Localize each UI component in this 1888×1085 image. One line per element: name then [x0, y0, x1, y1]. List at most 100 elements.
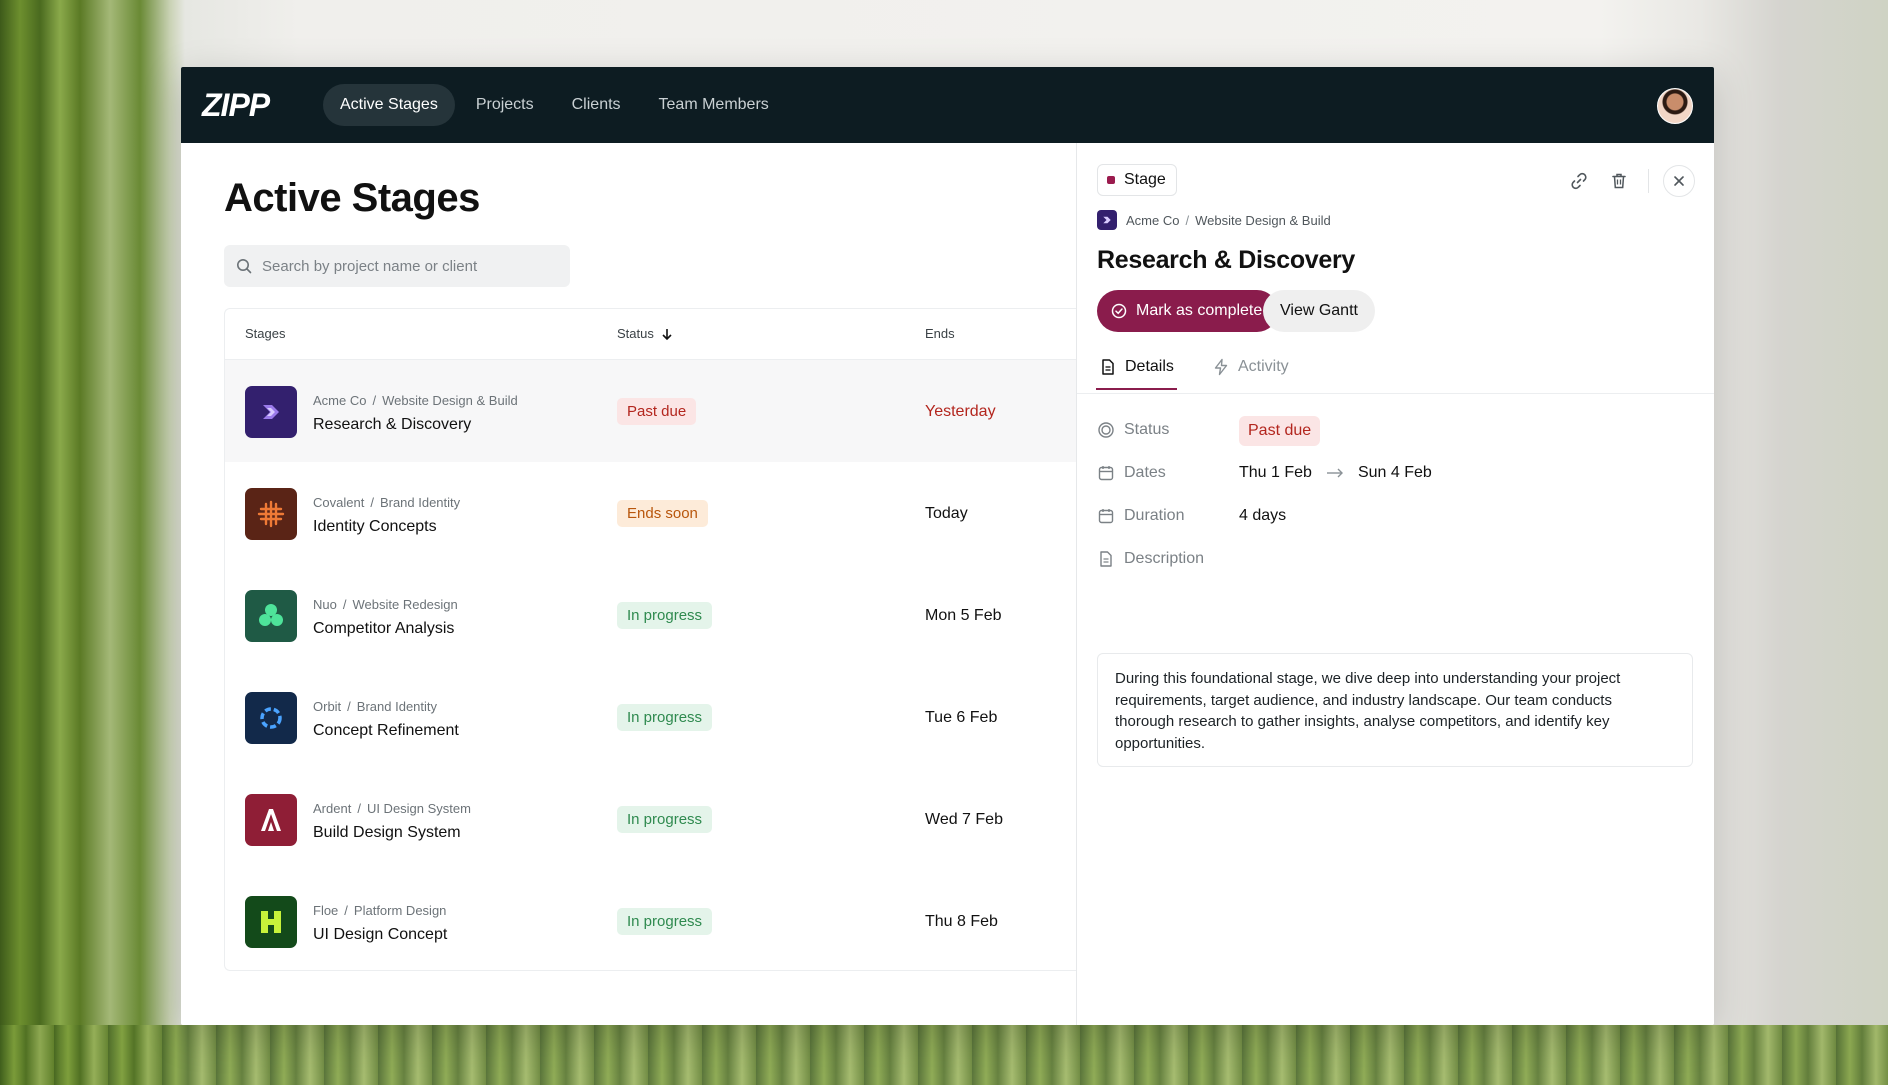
floe-logo-icon — [245, 896, 297, 948]
panel-toolbar — [1564, 165, 1695, 197]
mark-complete-button[interactable]: Mark as complete — [1097, 290, 1279, 332]
column-ends[interactable]: Ends — [925, 326, 955, 341]
panel-tabs: Details Activity — [1077, 349, 1714, 394]
mark-complete-label: Mark as complete — [1136, 302, 1263, 319]
close-icon — [1674, 176, 1684, 186]
status-badge: In progress — [617, 602, 713, 629]
duration-value: 4 days — [1239, 507, 1287, 524]
status-ring-icon — [1098, 422, 1114, 438]
close-panel-button[interactable] — [1663, 165, 1695, 197]
description-property: Description — [1097, 550, 1204, 568]
nav-projects[interactable]: Projects — [459, 84, 551, 126]
row-breadcrumb: Floe / Platform Design — [313, 903, 447, 918]
tab-activity[interactable]: Activity — [1212, 358, 1289, 376]
page-title: Active Stages — [224, 176, 480, 220]
description-text[interactable]: During this foundational stage, we dive … — [1097, 653, 1693, 767]
row-ends: Mon 5 Feb — [925, 607, 1002, 624]
status-badge: In progress — [617, 704, 713, 731]
row-project: Brand Identity — [356, 699, 438, 714]
row-breadcrumb: Orbit / Brand Identity — [313, 699, 438, 714]
stage-tag-label: Stage — [1124, 171, 1166, 188]
calendar-icon — [1098, 509, 1114, 524]
row-ends: Tue 6 Feb — [925, 709, 998, 726]
row-stage-name: Concept Refinement — [313, 722, 459, 739]
panel-project-link[interactable]: Website Design & Build — [1195, 213, 1331, 228]
top-navigation: ZIPP Active Stages Projects Clients Team… — [181, 67, 1714, 143]
row-client: Nuo — [313, 597, 337, 612]
document-icon — [1100, 551, 1112, 567]
description-label: Description — [1124, 550, 1205, 567]
row-ends: Today — [925, 505, 968, 522]
row-stage-name: Competitor Analysis — [313, 620, 455, 637]
stages-table: Stages Status Ends Acme Co / Website Desig… — [224, 308, 1105, 971]
stage-tag: Stage — [1097, 164, 1177, 196]
row-stage-name: Research & Discovery — [313, 416, 472, 433]
toolbar-divider — [1648, 169, 1649, 193]
row-client: Covalent — [313, 495, 365, 510]
row-ends: Yesterday — [925, 403, 996, 420]
panel-breadcrumb: Acme Co / Website Design & Build — [1097, 210, 1331, 230]
stage-title: Research & Discovery — [1097, 246, 1356, 274]
search-box[interactable] — [224, 245, 570, 287]
table-row[interactable]: Nuo / Website Redesign Competitor Analysis… — [225, 564, 1105, 666]
search-input[interactable] — [260, 256, 564, 276]
tab-details-label: Details — [1125, 358, 1174, 375]
column-status[interactable]: Status — [617, 326, 674, 341]
copy-link-button[interactable] — [1564, 166, 1594, 196]
tab-activity-label: Activity — [1238, 358, 1289, 375]
table-row[interactable]: Orbit / Brand Identity Concept Refinement … — [225, 666, 1105, 768]
status-value[interactable]: Past due — [1239, 416, 1321, 446]
row-stage-name: Build Design System — [313, 824, 461, 841]
row-client: Acme Co — [313, 393, 367, 408]
user-avatar[interactable] — [1657, 88, 1693, 124]
check-circle-icon — [1111, 303, 1127, 319]
status-badge: In progress — [617, 908, 713, 935]
table-row[interactable]: Floe / Platform Design UI Design Concept I… — [225, 870, 1105, 972]
table-row[interactable]: Ardent / UI Design System Build Design Sys… — [225, 768, 1105, 870]
background-strip — [0, 1025, 1888, 1085]
row-breadcrumb: Covalent / Brand Identity — [313, 495, 461, 510]
search-icon — [237, 259, 252, 274]
app-logo: ZIPP — [202, 87, 270, 123]
tab-details[interactable]: Details — [1096, 358, 1177, 390]
row-client: Orbit — [313, 699, 342, 714]
duration-property: Duration — [1097, 507, 1184, 525]
table-row[interactable]: Acme Co / Website Design & Build Research … — [225, 360, 1105, 462]
main-nav: Active Stages Projects Clients Team Memb… — [323, 84, 786, 126]
nav-clients[interactable]: Clients — [555, 84, 638, 126]
column-stages[interactable]: Stages — [245, 326, 285, 341]
view-gantt-button[interactable]: View Gantt — [1263, 290, 1375, 332]
nav-team-members[interactable]: Team Members — [642, 84, 786, 126]
dates-value[interactable]: Thu 1 Feb Sun 4 Feb — [1239, 464, 1432, 482]
delete-button[interactable] — [1604, 166, 1634, 196]
row-breadcrumb: Acme Co / Website Design & Build — [313, 393, 518, 408]
dates-property: Dates — [1097, 464, 1166, 482]
status-badge: Ends soon — [617, 500, 708, 527]
row-stage-name: Identity Concepts — [313, 518, 437, 535]
row-project: Brand Identity — [379, 495, 461, 510]
orbit-logo-icon — [245, 692, 297, 744]
calendar-icon — [1098, 466, 1114, 481]
start-date: Thu 1 Feb — [1239, 464, 1312, 481]
stage-color-swatch — [1107, 176, 1115, 184]
row-project: Platform Design — [353, 903, 447, 918]
link-icon — [1571, 172, 1587, 190]
stage-detail-panel: Stage Acme Co / Website Design & Build R… — [1076, 143, 1714, 1025]
status-badge: In progress — [617, 806, 713, 833]
dates-label: Dates — [1124, 464, 1166, 481]
column-status-label: Status — [617, 326, 654, 341]
row-breadcrumb: Ardent / UI Design System — [313, 801, 471, 816]
arrow-right-icon — [1326, 468, 1343, 478]
row-client: Floe — [313, 903, 339, 918]
ardent-logo-icon — [245, 794, 297, 846]
document-icon — [1102, 359, 1114, 375]
nav-active-stages[interactable]: Active Stages — [323, 84, 455, 126]
row-breadcrumb: Nuo / Website Redesign — [313, 597, 458, 612]
covalent-logo-icon — [245, 488, 297, 540]
panel-client-link[interactable]: Acme Co — [1126, 213, 1179, 228]
status-label: Status — [1124, 421, 1170, 438]
table-row[interactable]: Covalent / Brand Identity Identity Concept… — [225, 462, 1105, 564]
lightning-icon — [1214, 358, 1228, 376]
row-stage-name: UI Design Concept — [313, 926, 448, 943]
status-badge: Past due — [617, 398, 697, 425]
